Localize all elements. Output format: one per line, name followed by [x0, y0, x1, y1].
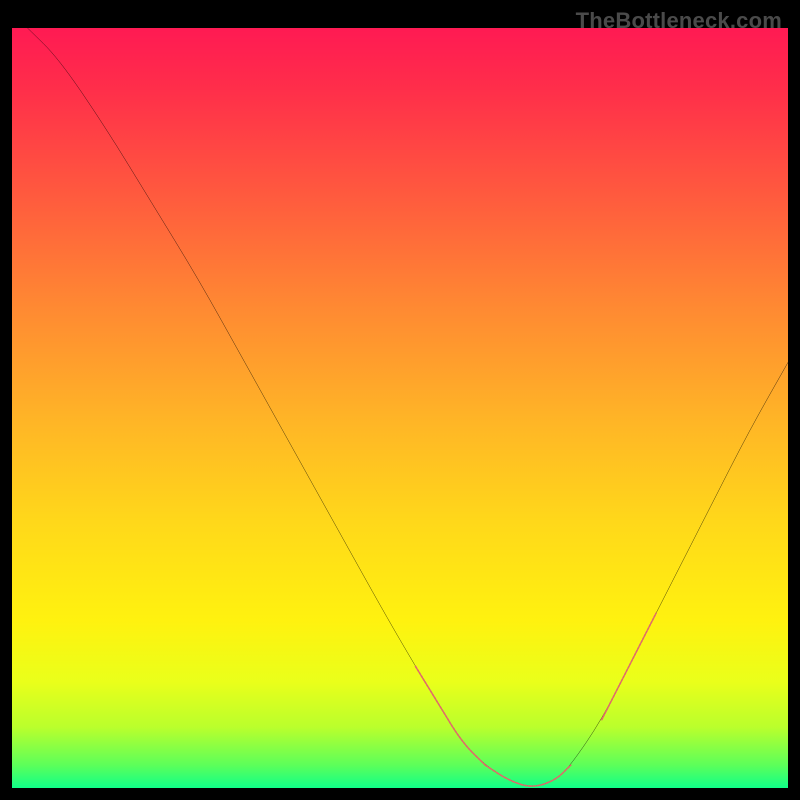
chart-frame: TheBottleneck.com: [12, 12, 788, 788]
dash-bottom: [485, 765, 570, 786]
dash-right: [602, 613, 656, 719]
curve-layer: [12, 28, 788, 788]
dash-left: [416, 666, 486, 765]
plot-area: [12, 28, 788, 788]
bottleneck-curve: [28, 28, 788, 786]
